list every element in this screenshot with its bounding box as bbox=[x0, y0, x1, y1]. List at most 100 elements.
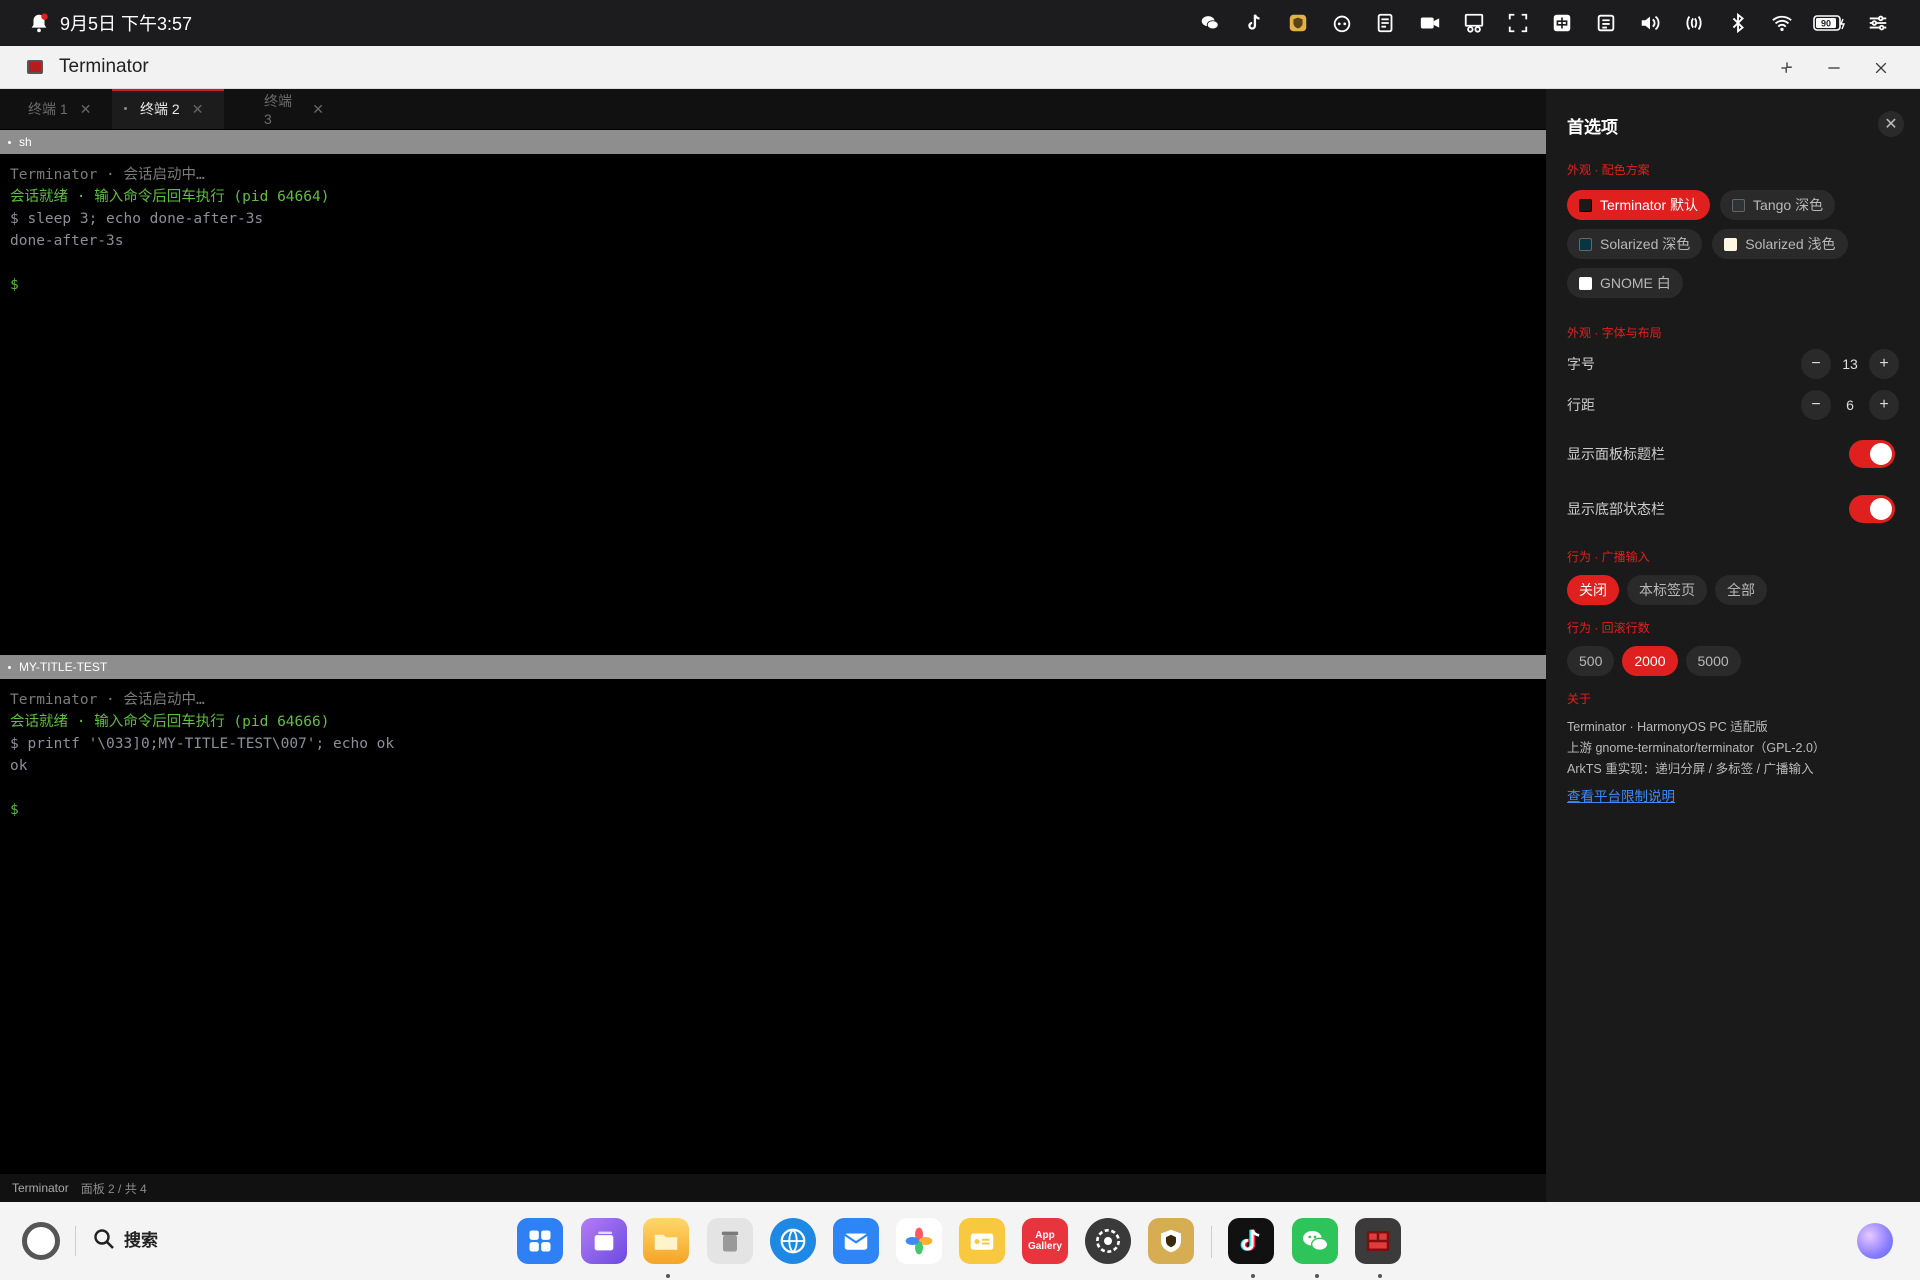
pane-title: MY-TITLE-TEST bbox=[19, 660, 108, 674]
terminal-line: $ sleep 3; echo done-after-3s bbox=[10, 211, 264, 227]
scheme-terminator-default-chip[interactable]: Terminator 默认 bbox=[1567, 190, 1711, 220]
show-statusbar-toggle[interactable] bbox=[1849, 495, 1895, 523]
tab-close-icon[interactable]: ✕ bbox=[192, 101, 204, 118]
tab-terminal-2[interactable]: 终端 2 ✕ bbox=[112, 89, 224, 129]
trash-icon[interactable] bbox=[707, 1218, 753, 1264]
mail-icon[interactable] bbox=[833, 1218, 879, 1264]
pane-titlebar[interactable]: sh bbox=[0, 130, 1546, 154]
multitask-icon[interactable] bbox=[581, 1218, 627, 1264]
window-title: Terminator bbox=[59, 56, 149, 77]
scheme-tango-dark-chip[interactable]: Tango 深色 bbox=[1720, 190, 1836, 220]
dock: 搜索 App Gallery bbox=[0, 1202, 1920, 1280]
terminal-line: Terminator · 会话启动中… bbox=[10, 692, 205, 708]
screen-record-icon[interactable] bbox=[1408, 0, 1452, 46]
control-center-icon[interactable] bbox=[1856, 0, 1900, 46]
bluetooth-icon[interactable] bbox=[1716, 0, 1760, 46]
ai-assistant-icon[interactable] bbox=[1857, 1223, 1893, 1259]
files-icon[interactable] bbox=[643, 1218, 689, 1264]
wechat-icon[interactable] bbox=[1188, 0, 1232, 46]
pane-bullet bbox=[8, 665, 11, 669]
color-scheme-row-3: GNOME 白 bbox=[1567, 268, 1683, 298]
chip-label: Tango 深色 bbox=[1753, 197, 1824, 213]
scheme-gnome-white-chip[interactable]: GNOME 白 bbox=[1567, 268, 1683, 298]
shield-icon[interactable] bbox=[1148, 1218, 1194, 1264]
settings-icon[interactable] bbox=[1085, 1218, 1131, 1264]
font-size-value: 13 bbox=[1842, 356, 1858, 372]
status-app-name: Terminator bbox=[12, 1181, 69, 1195]
wifi-icon[interactable] bbox=[1760, 0, 1804, 46]
platform-limits-link[interactable]: 查看平台限制说明 bbox=[1567, 789, 1675, 804]
font-size-decrease-button[interactable]: − bbox=[1801, 349, 1831, 379]
broadcast-tab-chip[interactable]: 本标签页 bbox=[1627, 575, 1707, 605]
line-spacing-increase-button[interactable]: + bbox=[1869, 390, 1899, 420]
tab-close-icon[interactable]: ✕ bbox=[312, 101, 324, 118]
start-button[interactable] bbox=[22, 1222, 60, 1260]
show-statusbar-label: 显示底部状态栏 bbox=[1567, 501, 1665, 517]
input-method-icon[interactable] bbox=[1540, 0, 1584, 46]
broadcast-options: 关闭 本标签页 全部 bbox=[1567, 575, 1767, 605]
tab-terminal-3[interactable]: 终端 3 ✕ bbox=[224, 89, 336, 129]
terminal-line: done-after-3s bbox=[10, 233, 124, 249]
scrollback-500-chip[interactable]: 500 bbox=[1567, 646, 1615, 676]
close-preferences-button[interactable]: ✕ bbox=[1878, 111, 1904, 137]
notification-bell-icon[interactable] bbox=[28, 12, 50, 34]
line-spacing-decrease-button[interactable]: − bbox=[1801, 390, 1831, 420]
minimize-window-button[interactable] bbox=[1812, 46, 1856, 89]
app-center-icon[interactable] bbox=[517, 1218, 563, 1264]
search-label: 搜索 bbox=[124, 1231, 158, 1250]
dock-divider bbox=[75, 1226, 76, 1256]
scissors-icon[interactable] bbox=[1452, 0, 1496, 46]
system-tray: 90 bbox=[1188, 0, 1900, 46]
line-spacing-stepper: − 6 + bbox=[1801, 390, 1899, 420]
restore-icon bbox=[1781, 61, 1792, 73]
shield-app-icon[interactable] bbox=[1276, 0, 1320, 46]
tab-label: 终端 2 bbox=[140, 101, 180, 117]
scrollback-2000-chip[interactable]: 2000 bbox=[1622, 646, 1678, 676]
broadcast-off-chip[interactable]: 关闭 bbox=[1567, 575, 1619, 605]
tab-close-icon[interactable]: ✕ bbox=[80, 101, 92, 118]
line-spacing-value: 6 bbox=[1846, 397, 1854, 413]
line-spacing-label: 行距 bbox=[1567, 397, 1595, 413]
terminal-area: 终端 1 ✕ 终端 2 ✕ 终端 3 ✕ sh Terminator · 会话启… bbox=[0, 89, 1546, 1202]
tiktok-icon[interactable] bbox=[1228, 1218, 1274, 1264]
status-datetime[interactable]: 9月5日 下午3:57 bbox=[60, 10, 192, 36]
toggle-knob bbox=[1870, 443, 1892, 465]
minimize-icon bbox=[1828, 66, 1840, 69]
terminal-pane[interactable]: Terminator · 会话启动中… 会话就绪 · 输入命令后回车执行 (pi… bbox=[0, 154, 1546, 613]
terminator-app-icon bbox=[27, 60, 43, 74]
pane-bullet bbox=[8, 140, 11, 144]
scheme-solarized-dark-chip[interactable]: Solarized 深色 bbox=[1567, 229, 1703, 259]
pane-titlebar[interactable]: MY-TITLE-TEST bbox=[0, 655, 1546, 679]
dock-search-button[interactable]: 搜索 bbox=[92, 1226, 158, 1251]
scrollback-options: 500 2000 5000 bbox=[1567, 646, 1741, 676]
ai-assistant-icon[interactable] bbox=[1320, 0, 1364, 46]
browser-icon[interactable] bbox=[770, 1218, 816, 1264]
volume-icon[interactable] bbox=[1628, 0, 1672, 46]
gallery-icon[interactable] bbox=[896, 1218, 942, 1264]
tiktok-icon[interactable] bbox=[1232, 0, 1276, 46]
window-titlebar[interactable]: Terminator bbox=[0, 46, 1920, 89]
nfc-icon[interactable] bbox=[1672, 0, 1716, 46]
font-size-label: 字号 bbox=[1567, 356, 1595, 372]
scrollback-5000-chip[interactable]: 5000 bbox=[1685, 646, 1741, 676]
appgallery-icon[interactable]: App Gallery bbox=[1022, 1218, 1068, 1264]
about-line: Terminator · HarmonyOS PC 适配版 bbox=[1567, 720, 1768, 734]
color-scheme-row-2: Solarized 深色 Solarized 浅色 bbox=[1567, 229, 1848, 259]
show-titlebar-toggle[interactable] bbox=[1849, 440, 1895, 468]
broadcast-all-chip[interactable]: 全部 bbox=[1715, 575, 1767, 605]
clipboard-icon[interactable] bbox=[1584, 0, 1628, 46]
battery-icon[interactable]: 90 bbox=[1804, 0, 1856, 46]
terminator-icon[interactable] bbox=[1355, 1218, 1401, 1264]
font-size-increase-button[interactable]: + bbox=[1869, 349, 1899, 379]
notes-icon[interactable] bbox=[1364, 0, 1408, 46]
screenshot-icon[interactable] bbox=[1496, 0, 1540, 46]
close-window-button[interactable] bbox=[1859, 46, 1903, 89]
wechat-icon[interactable] bbox=[1292, 1218, 1338, 1264]
terminal-pane[interactable]: Terminator · 会话启动中… 会话就绪 · 输入命令后回车执行 (pi… bbox=[0, 679, 1546, 1174]
memo-icon[interactable] bbox=[959, 1218, 1005, 1264]
restore-window-button[interactable] bbox=[1765, 46, 1809, 89]
chip-label: Solarized 浅色 bbox=[1745, 236, 1836, 252]
tab-terminal-1[interactable]: 终端 1 ✕ bbox=[0, 89, 112, 129]
scheme-solarized-light-chip[interactable]: Solarized 浅色 bbox=[1712, 229, 1848, 259]
